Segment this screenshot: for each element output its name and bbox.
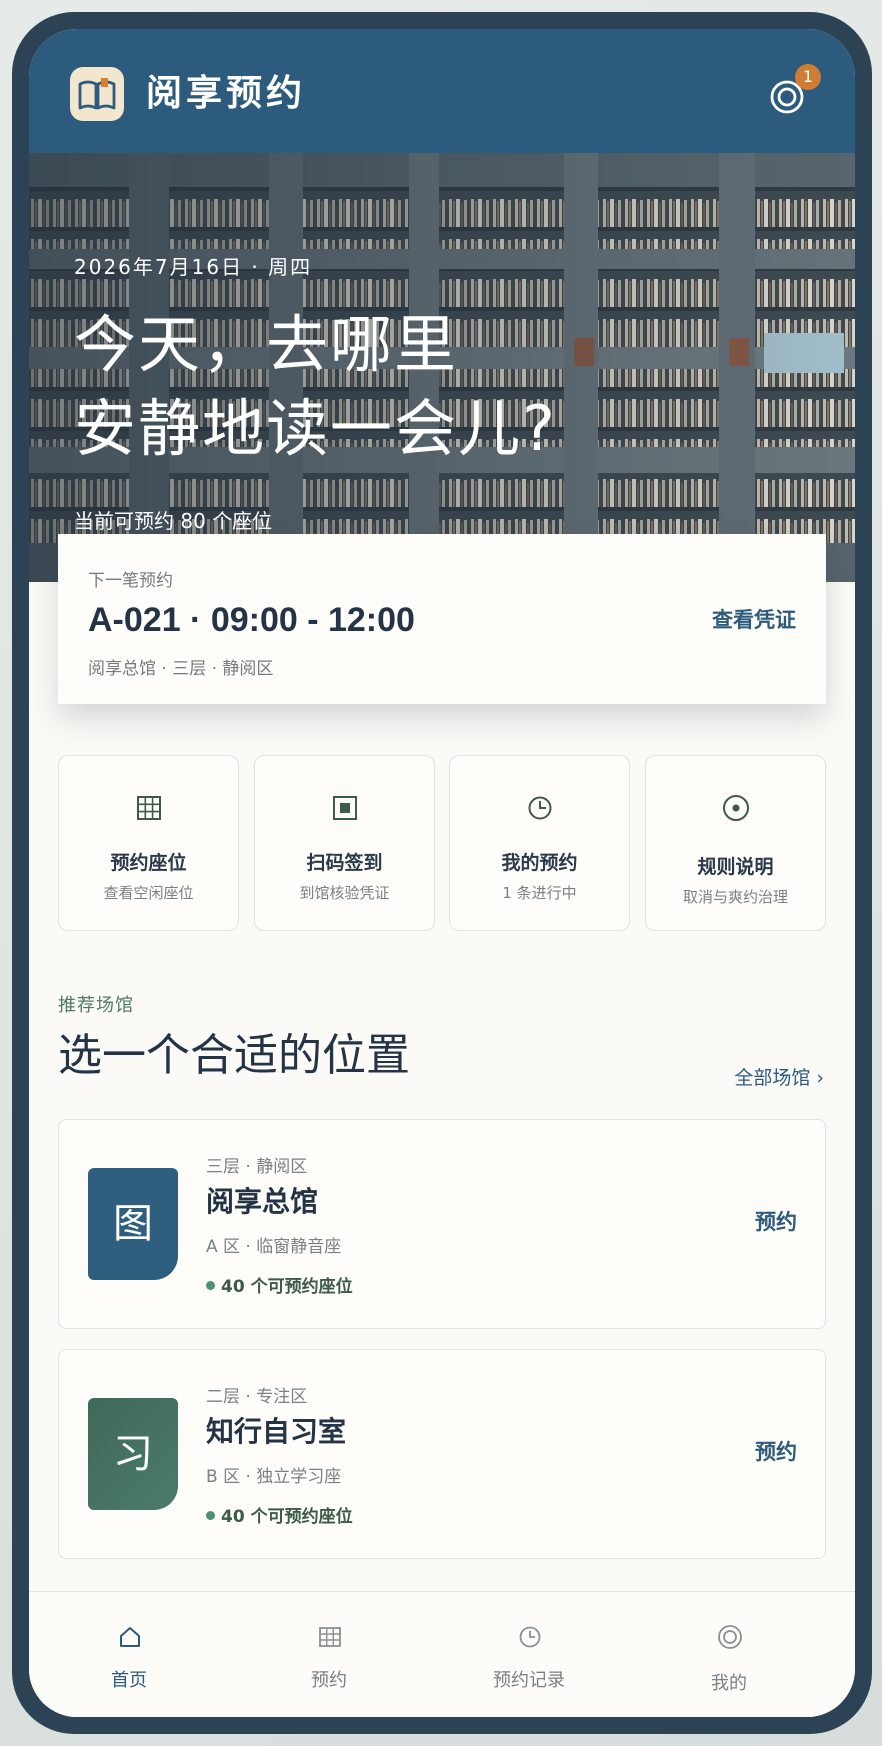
hero-date: 2026年7月16日 · 周四 (74, 255, 313, 279)
available-seats-text: 当前可预约 80 个座位 (74, 509, 273, 533)
qr-scan-icon (333, 796, 357, 820)
nav-label: 首页 (111, 1670, 147, 1691)
quick-action-title: 预约座位 (110, 852, 187, 874)
hero-headline-line2: 安静地读一会儿? (74, 392, 557, 465)
venue-floor: 二层 · 专注区 (206, 1387, 308, 1407)
venue-thumbnail: 图 (88, 1168, 178, 1280)
clock-icon (519, 1626, 541, 1648)
venue-name: 知行自习室 (206, 1415, 347, 1448)
hero-headline-line1: 今天，去哪里 (74, 308, 459, 381)
all-venues-link[interactable]: 全部场馆 › (734, 1063, 824, 1090)
status-dot-icon (206, 1280, 215, 1290)
grid-icon (319, 1627, 341, 1647)
venue-seats-text: 40 个可预约座位 (221, 1507, 353, 1527)
app-screen: 阅享预约 1 2026年7月16日 · 周四 今天，去哪里 安静地读一会儿? 当… (29, 29, 855, 1717)
app-header: 阅享预约 1 (29, 29, 855, 153)
notification-badge: 1 (795, 64, 821, 90)
venue-card[interactable]: 习 二层 · 专注区 知行自习室 B 区 · 独立学习座 40 个可预约座位 预… (58, 1349, 826, 1559)
venue-book-button[interactable]: 预约 (755, 1206, 797, 1236)
section-kicker: 推荐场馆 (58, 995, 134, 1016)
nav-reserve[interactable]: 预约 (229, 1592, 429, 1717)
quick-action-scan-checkin[interactable]: 扫码签到 到馆核验凭证 (254, 755, 435, 931)
home-icon (120, 1627, 140, 1647)
quick-action-subtitle: 到馆核验凭证 (299, 884, 390, 902)
grid-icon (137, 796, 161, 820)
quick-action-subtitle: 查看空闲座位 (103, 884, 194, 902)
quick-action-title: 扫码签到 (306, 852, 383, 874)
venue-card[interactable]: 图 三层 · 静阅区 阅享总馆 A 区 · 临窗静音座 40 个可预约座位 预约 (58, 1119, 826, 1329)
next-booking-label: 下一笔预约 (88, 571, 173, 591)
quick-action-subtitle: 1 条进行中 (502, 884, 577, 902)
venue-thumbnail: 习 (88, 1398, 178, 1510)
hero-banner: 2026年7月16日 · 周四 今天，去哪里 安静地读一会儿? 当前可预约 80… (29, 153, 855, 582)
venue-book-button[interactable]: 预约 (755, 1436, 797, 1466)
quick-action-title: 我的预约 (501, 852, 578, 874)
venue-seats-text: 40 个可预约座位 (221, 1277, 353, 1297)
section-title: 选一个合适的位置 (58, 1030, 410, 1081)
next-booking-card: 下一笔预约 A-021 · 09:00 - 12:00 阅享总馆 · 三层 · … (58, 534, 826, 704)
clock-icon (528, 796, 552, 820)
quick-action-rules[interactable]: 规则说明 取消与爽约治理 (645, 755, 826, 931)
quick-actions: 预约座位 查看空闲座位 扫码签到 到馆核验凭证 我的预约 1 条进行中 规则说明… (58, 755, 826, 931)
logo-badge (70, 67, 124, 121)
venue-zone: A 区 · 临窗静音座 (206, 1237, 342, 1257)
venue-seats: 40 个可预约座位 (206, 1272, 353, 1297)
app-title: 阅享预约 (146, 73, 307, 114)
view-voucher-button[interactable]: 查看凭证 (712, 602, 796, 638)
book-icon (78, 78, 116, 110)
venue-zone: B 区 · 独立学习座 (206, 1467, 342, 1487)
nav-booking-history[interactable]: 预约记录 (429, 1592, 629, 1717)
next-booking-location: 阅享总馆 · 三层 · 静阅区 (88, 659, 274, 679)
user-ring-icon (718, 1625, 742, 1649)
hero-headline: 今天，去哪里 安静地读一会儿? (74, 303, 794, 471)
nav-label: 预约 (311, 1670, 347, 1691)
nav-profile[interactable]: 我的 (629, 1592, 829, 1717)
quick-action-reserve-seat[interactable]: 预约座位 查看空闲座位 (58, 755, 239, 931)
venue-name: 阅享总馆 (206, 1185, 319, 1218)
next-booking-detail: A-021 · 09:00 - 12:00 (88, 601, 415, 639)
quick-action-my-bookings[interactable]: 我的预约 1 条进行中 (449, 755, 630, 931)
venue-floor: 三层 · 静阅区 (206, 1157, 308, 1177)
bottom-nav: 首页 预约 预约记录 我的 (29, 1591, 855, 1717)
status-dot-icon (206, 1510, 215, 1520)
quick-action-subtitle: 取消与爽约治理 (682, 888, 788, 906)
venue-seats: 40 个可预约座位 (206, 1502, 353, 1527)
nav-home[interactable]: 首页 (29, 1592, 229, 1717)
quick-action-title: 规则说明 (697, 856, 774, 878)
nav-label: 我的 (711, 1673, 747, 1694)
nav-label: 预约记录 (493, 1670, 565, 1691)
target-icon (723, 795, 749, 821)
